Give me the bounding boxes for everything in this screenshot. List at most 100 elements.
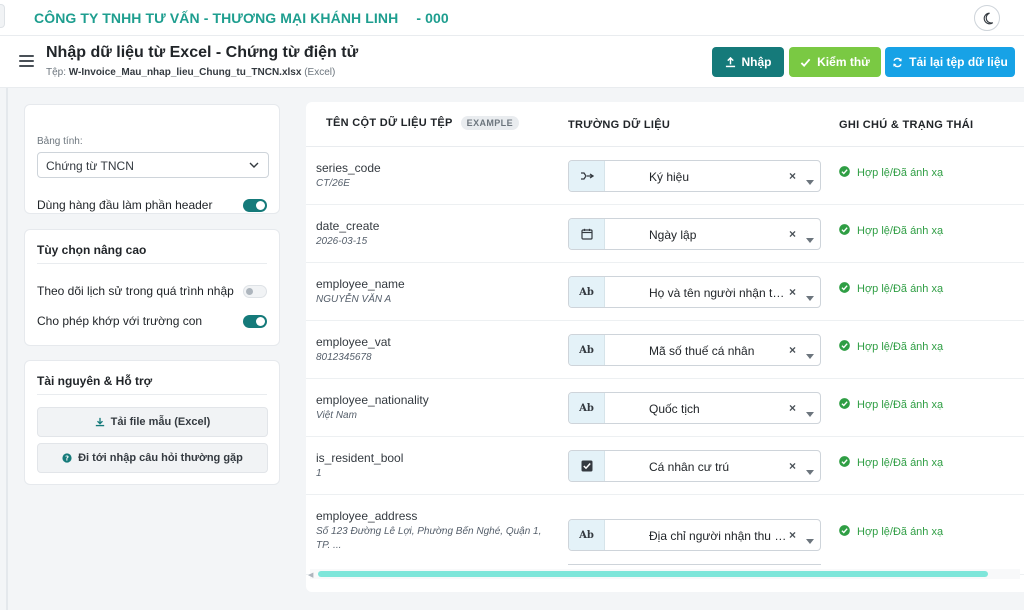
example-value: CT/26E bbox=[316, 178, 350, 189]
source-column-name: is_resident_bool bbox=[316, 451, 404, 465]
page-title: Nhập dữ liệu từ Excel - Chứng từ điện tử bbox=[46, 44, 359, 61]
clear-icon[interactable]: × bbox=[789, 459, 796, 473]
divider bbox=[37, 263, 267, 264]
field-select-value: Họ và tên người nhận thu nhập bbox=[649, 286, 789, 300]
source-column-name: date_create bbox=[316, 219, 380, 233]
check-circle-icon bbox=[839, 456, 850, 470]
left-divider bbox=[6, 88, 8, 610]
sheet-select-value: Chứng từ TNCN bbox=[46, 159, 134, 173]
check-icon bbox=[800, 58, 811, 67]
main-area: Bảng tính: Chứng từ TNCN Dùng hàng đầu l… bbox=[0, 88, 1024, 610]
horizontal-scrollbar-thumb[interactable] bbox=[318, 571, 988, 577]
text-icon: Ab bbox=[569, 393, 605, 423]
table-row: employee_address Số 123 Đường Lê Lợi, Phư… bbox=[306, 495, 1024, 575]
first-row-header-toggle[interactable] bbox=[243, 199, 267, 212]
field-select[interactable]: Cá nhân cư trú × bbox=[568, 450, 821, 482]
field-select[interactable]: Ab Địa chỉ người nhận thu nhập × bbox=[568, 519, 821, 551]
calendar-icon bbox=[569, 219, 605, 249]
field-select[interactable]: Ký hiệu × bbox=[568, 160, 821, 192]
code-icon bbox=[569, 161, 605, 191]
company-code: - 000 bbox=[416, 10, 449, 26]
table-row: employee_name NGUYỄN VĂN A Ab Họ và tên ngư… bbox=[306, 263, 1024, 321]
scroll-left-icon[interactable]: ◀ bbox=[308, 571, 313, 579]
caret-down-icon[interactable] bbox=[806, 232, 814, 246]
table-row: date_create 2026-03-15 Ngày lập × Hợp lệ/Đã … bbox=[306, 205, 1024, 263]
moon-icon bbox=[983, 12, 993, 24]
clear-icon[interactable]: × bbox=[789, 227, 796, 241]
field-select-value: Cá nhân cư trú bbox=[649, 460, 730, 474]
caret-down-icon[interactable] bbox=[806, 406, 814, 420]
clear-icon[interactable]: × bbox=[789, 528, 796, 542]
download-icon bbox=[95, 417, 104, 427]
resources-card: Tài nguyên & Hỗ trợ Tải file mẫu (Excel)… bbox=[24, 360, 280, 485]
file-info: Tệp: W-Invoice_Mau_nhap_lieu_Chung_tu_TN… bbox=[46, 67, 335, 78]
caret-down-icon[interactable] bbox=[806, 290, 814, 304]
status-badge: Hợp lệ/Đã ánh xạ bbox=[839, 398, 943, 412]
column-header-field: TRƯỜNG DỮ LIỆU bbox=[568, 119, 671, 131]
sheet-select[interactable]: Chứng từ TNCN bbox=[37, 152, 269, 178]
table-row: series_code CT/26E Ký hiệu × Hợp lệ/Đã ánh x… bbox=[306, 147, 1024, 205]
reload-button-label: Tải lại tệp dữ liệu bbox=[909, 55, 1008, 69]
import-button[interactable]: Nhập bbox=[712, 47, 784, 77]
caret-down-icon[interactable] bbox=[806, 464, 814, 478]
track-history-label: Theo dõi lịch sử trong quá trình nhập bbox=[37, 284, 234, 298]
top-bar: CÔNG TY TNHH TƯ VẤN - THƯƠNG MẠI KHÁNH L… bbox=[0, 0, 1024, 36]
test-button-label: Kiểm thử bbox=[817, 55, 870, 69]
check-circle-icon bbox=[839, 224, 850, 238]
status-text: Hợp lệ/Đã ánh xạ bbox=[857, 283, 944, 295]
mapping-table: TÊN CỘT DỮ LIỆU TỆP EXAMPLE TRƯỜNG DỮ LIỆ… bbox=[306, 102, 1024, 592]
status-text: Hợp lệ/Đã ánh xạ bbox=[857, 167, 944, 179]
import-button-label: Nhập bbox=[741, 55, 772, 69]
file-prefix: Tệp: bbox=[46, 67, 67, 78]
track-history-toggle[interactable] bbox=[243, 285, 267, 298]
faq-label: Đi tới nhập câu hỏi thường gặp bbox=[78, 452, 243, 464]
match-child-label: Cho phép khớp với trường con bbox=[37, 314, 203, 328]
theme-toggle-button[interactable] bbox=[974, 5, 1000, 31]
sheet-label: Bảng tính: bbox=[37, 136, 83, 147]
file-name: W-Invoice_Mau_nhap_lieu_Chung_tu_TNCN.xl… bbox=[68, 67, 302, 78]
caret-down-icon[interactable] bbox=[806, 348, 814, 362]
sidebar-edge-tab[interactable] bbox=[0, 4, 5, 28]
text-icon: Ab bbox=[569, 520, 605, 550]
reload-button[interactable]: Tải lại tệp dữ liệu bbox=[885, 47, 1015, 77]
clear-icon[interactable]: × bbox=[789, 285, 796, 299]
field-select[interactable]: Ngày lập × bbox=[568, 218, 821, 250]
menu-icon[interactable] bbox=[19, 55, 34, 67]
company-name: CÔNG TY TNHH TƯ VẤN - THƯƠNG MẠI KHÁNH L… bbox=[34, 10, 449, 26]
source-column-name: employee_address bbox=[316, 509, 418, 523]
advanced-options-title: Tùy chọn nâng cao bbox=[37, 243, 147, 257]
clear-icon[interactable]: × bbox=[789, 169, 796, 183]
clear-icon[interactable]: × bbox=[789, 401, 796, 415]
check-circle-icon bbox=[839, 166, 850, 180]
upload-icon bbox=[725, 56, 735, 67]
status-badge: Hợp lệ/Đã ánh xạ bbox=[839, 166, 943, 180]
sheet-settings-card: Bảng tính: Chứng từ TNCN Dùng hàng đầu l… bbox=[24, 104, 280, 214]
table-row: is_resident_bool 1 Cá nhân cư trú × Hợp lệ/Đ… bbox=[306, 437, 1024, 495]
match-child-toggle[interactable] bbox=[243, 315, 267, 328]
field-select[interactable]: Ab Họ và tên người nhận thu nhập× bbox=[568, 276, 821, 308]
field-select-value: Ngày lập bbox=[649, 228, 697, 242]
table-row: employee_nationality Việt Nam Ab Quốc tịch ×… bbox=[306, 379, 1024, 437]
column-header-source: TÊN CỘT DỮ LIỆU TỆP EXAMPLE bbox=[326, 116, 519, 130]
example-value: 8012345678 bbox=[316, 352, 372, 363]
caret-down-icon[interactable] bbox=[806, 533, 814, 547]
text-icon: Ab bbox=[569, 335, 605, 365]
status-text: Hợp lệ/Đã ánh xạ bbox=[857, 526, 944, 538]
faq-button[interactable]: ? Đi tới nhập câu hỏi thường gặp bbox=[37, 443, 268, 473]
status-badge: Hợp lệ/Đã ánh xạ bbox=[839, 456, 943, 470]
test-button[interactable]: Kiểm thử bbox=[789, 47, 881, 77]
example-value: Số 123 Đường Lê Lợi, Phường Bến Nghé, Qu… bbox=[316, 526, 542, 551]
status-text: Hợp lệ/Đã ánh xạ bbox=[857, 225, 944, 237]
clear-icon[interactable]: × bbox=[789, 343, 796, 357]
check-circle-icon bbox=[839, 398, 850, 412]
download-template-button[interactable]: Tải file mẫu (Excel) bbox=[37, 407, 268, 437]
field-select[interactable]: Ab Mã số thuế cá nhân × bbox=[568, 334, 821, 366]
example-value: 1 bbox=[316, 468, 322, 479]
caret-down-icon[interactable] bbox=[806, 174, 814, 188]
divider bbox=[37, 394, 267, 395]
file-type: (Excel) bbox=[304, 67, 336, 78]
resources-title: Tài nguyên & Hỗ trợ bbox=[37, 374, 153, 388]
chevron-down-icon bbox=[249, 162, 259, 168]
checkbox-icon bbox=[569, 451, 605, 481]
field-select[interactable]: Ab Quốc tịch × bbox=[568, 392, 821, 424]
